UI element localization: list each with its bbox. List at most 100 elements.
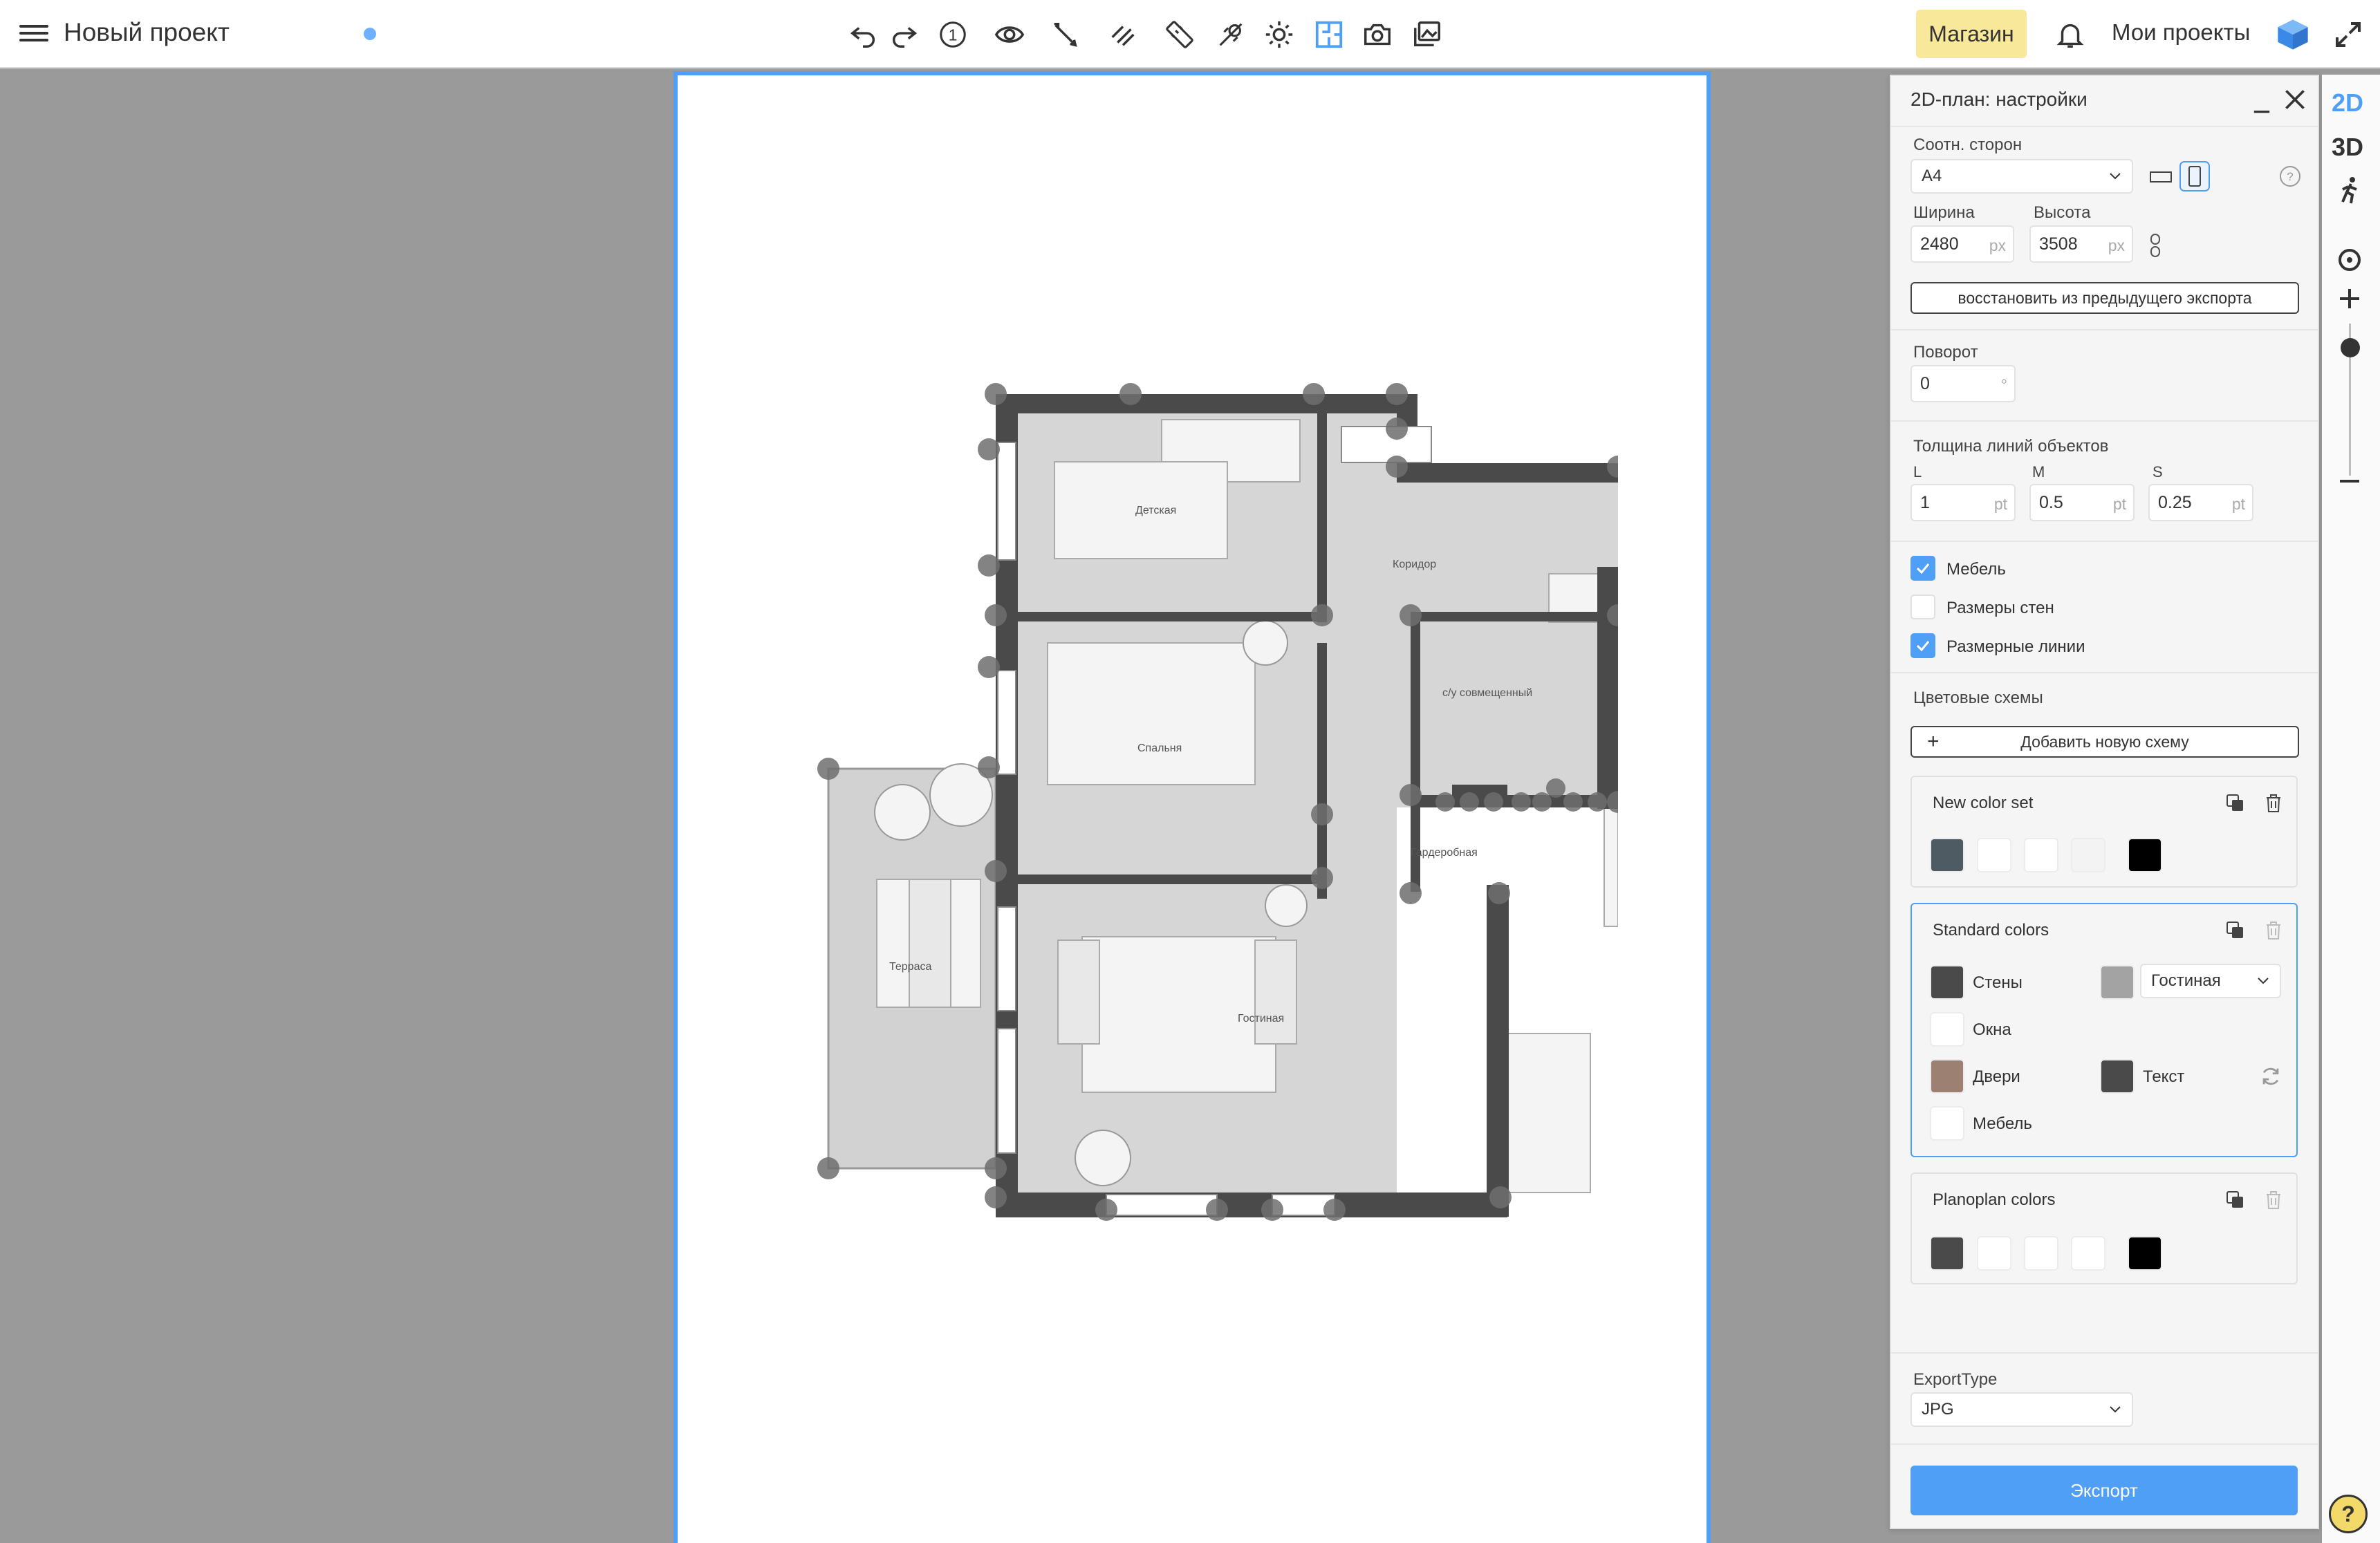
- room-label-living: Гостиная: [1238, 1013, 1285, 1025]
- color-swatch[interactable]: [2024, 1236, 2058, 1271]
- trash-icon[interactable]: [2263, 1189, 2284, 1211]
- line-thickness-label: Толщина линий объектов: [1913, 437, 2109, 456]
- room-label-kids: Детская: [1135, 505, 1177, 516]
- rotation-unit: °: [2000, 376, 2007, 394]
- bell-icon[interactable]: [2052, 17, 2088, 53]
- height-input[interactable]: 3508 px: [2029, 225, 2133, 263]
- ruler-icon[interactable]: [1162, 17, 1198, 53]
- checkbox-furniture[interactable]: [1910, 556, 1935, 581]
- furniture-color-swatch[interactable]: [1930, 1106, 1964, 1141]
- line-s-input[interactable]: 0.25 pt: [2148, 484, 2253, 521]
- checkbox-dimension-lines[interactable]: [1910, 633, 1935, 658]
- line-m-input[interactable]: 0.5 pt: [2029, 484, 2135, 521]
- rotation-label: Поворот: [1913, 343, 1978, 362]
- text-color-swatch[interactable]: [2100, 1059, 2135, 1094]
- aspect-select[interactable]: A4: [1910, 159, 2133, 194]
- color-swatch[interactable]: [2071, 838, 2105, 872]
- color-swatch[interactable]: [2071, 1236, 2105, 1271]
- mode-2d-button[interactable]: 2D: [2332, 88, 2363, 118]
- windows-color-swatch[interactable]: [1930, 1012, 1964, 1047]
- rotation-input[interactable]: 0 °: [1910, 365, 2016, 402]
- trash-icon[interactable]: [2263, 919, 2284, 942]
- eye-icon[interactable]: [992, 17, 1028, 53]
- color-set-title: New color set: [1933, 794, 2034, 812]
- mode-3d-button[interactable]: 3D: [2332, 133, 2363, 162]
- color-swatch[interactable]: [1930, 838, 1964, 872]
- color-set-card-planoplan[interactable]: Planoplan colors: [1910, 1172, 2298, 1284]
- checkbox-dimension-lines-label: Размерные линии: [1946, 637, 2085, 656]
- room-color-swatch[interactable]: [2100, 965, 2135, 1000]
- wall-draw-icon[interactable]: [1105, 17, 1141, 53]
- my-projects-link[interactable]: Мои проекты: [2112, 19, 2250, 46]
- room-label-bedroom: Спальня: [1137, 742, 1182, 754]
- link-ratio-icon[interactable]: [2146, 232, 2165, 259]
- width-input[interactable]: 2480 px: [1910, 225, 2014, 263]
- center-view-icon[interactable]: [2333, 243, 2366, 277]
- color-set-title: Planoplan colors: [1933, 1190, 2056, 1209]
- checkbox-wall-sizes[interactable]: [1910, 595, 1935, 619]
- walk-mode-icon[interactable]: [2333, 174, 2366, 207]
- reset-icon[interactable]: [2259, 1065, 2283, 1088]
- copy-icon[interactable]: [2224, 919, 2247, 942]
- color-set-card-standard[interactable]: Standard colors Стены Гостиная Окна Двер…: [1910, 903, 2298, 1157]
- pencil-icon[interactable]: [1047, 17, 1083, 53]
- camera-icon[interactable]: [1359, 17, 1395, 53]
- level-icon[interactable]: 1: [935, 17, 971, 53]
- gallery-icon[interactable]: [1409, 17, 1445, 53]
- chevron-down-icon: [2258, 978, 2269, 984]
- room-label-corridor: Коридор: [1393, 559, 1437, 570]
- line-l-input[interactable]: 1 pt: [1910, 484, 2016, 521]
- zoom-slider-handle[interactable]: [2341, 338, 2360, 357]
- copy-icon[interactable]: [2224, 1189, 2247, 1211]
- restore-export-button[interactable]: восстановить из предыдущего экспорта: [1910, 282, 2299, 314]
- minimize-icon[interactable]: [2251, 94, 2273, 116]
- color-swatch[interactable]: [1977, 1236, 2011, 1271]
- export-button[interactable]: Экспорт: [1910, 1466, 2298, 1515]
- help-button[interactable]: ?: [2329, 1495, 2368, 1533]
- color-swatch[interactable]: [2128, 1236, 2162, 1271]
- width-label: Ширина: [1913, 203, 1975, 222]
- copy-icon[interactable]: [2224, 792, 2247, 814]
- top-bar: Новый проект 1 Магазин Мои проекты: [0, 0, 2380, 68]
- color-swatch[interactable]: [1977, 838, 2011, 872]
- color-schemes-label: Цветовые схемы: [1913, 689, 2043, 707]
- room-select[interactable]: Гостиная: [2140, 964, 2281, 998]
- measure-icon[interactable]: [1213, 17, 1249, 53]
- rotation-value: 0: [1920, 373, 1930, 393]
- undo-icon[interactable]: [845, 17, 881, 53]
- close-icon[interactable]: [2283, 87, 2307, 112]
- height-value: 3508: [2039, 234, 2078, 254]
- help-circle-icon[interactable]: ?: [2278, 165, 2302, 188]
- redo-icon[interactable]: [886, 17, 922, 53]
- add-scheme-button[interactable]: + Добавить новую схему: [1910, 726, 2299, 758]
- width-unit: px: [1989, 236, 2006, 254]
- color-swatch[interactable]: [2128, 838, 2162, 872]
- light-icon[interactable]: [1261, 17, 1297, 53]
- fullscreen-icon[interactable]: [2332, 18, 2365, 51]
- l-label: L: [1913, 463, 1922, 480]
- shop-button[interactable]: Магазин: [1916, 10, 2027, 58]
- panel-title: 2D-план: настройки: [1910, 88, 2088, 110]
- furniture-color-label: Мебель: [1973, 1114, 2032, 1133]
- m-label: M: [2032, 463, 2045, 480]
- portrait-orientation-icon[interactable]: [2179, 160, 2211, 192]
- zoom-in-icon[interactable]: [2333, 282, 2366, 315]
- plan-icon[interactable]: [1311, 17, 1347, 53]
- walls-color-swatch[interactable]: [1930, 965, 1964, 1000]
- room-label-terrace: Терраса: [889, 961, 932, 973]
- settings-panel: 2D-план: настройки Соотн. сторон A4 ? Ши…: [1890, 75, 2319, 1529]
- floor-plan[interactable]: [802, 380, 1618, 1231]
- project-title[interactable]: Новый проект: [64, 18, 230, 47]
- landscape-orientation-icon[interactable]: [2148, 166, 2173, 187]
- doors-color-swatch[interactable]: [1930, 1059, 1964, 1094]
- plus-icon: +: [1927, 730, 1940, 753]
- color-set-card-new[interactable]: New color set: [1910, 776, 2298, 888]
- color-swatch[interactable]: [2024, 838, 2058, 872]
- menu-icon[interactable]: [19, 21, 48, 48]
- color-swatch[interactable]: [1930, 1236, 1964, 1271]
- export-type-select[interactable]: JPG: [1910, 1392, 2133, 1427]
- trash-icon[interactable]: [2263, 792, 2284, 814]
- zoom-out-icon[interactable]: [2333, 465, 2366, 498]
- text-color-label: Текст: [2143, 1067, 2185, 1086]
- cube-logo-icon[interactable]: [2275, 17, 2311, 53]
